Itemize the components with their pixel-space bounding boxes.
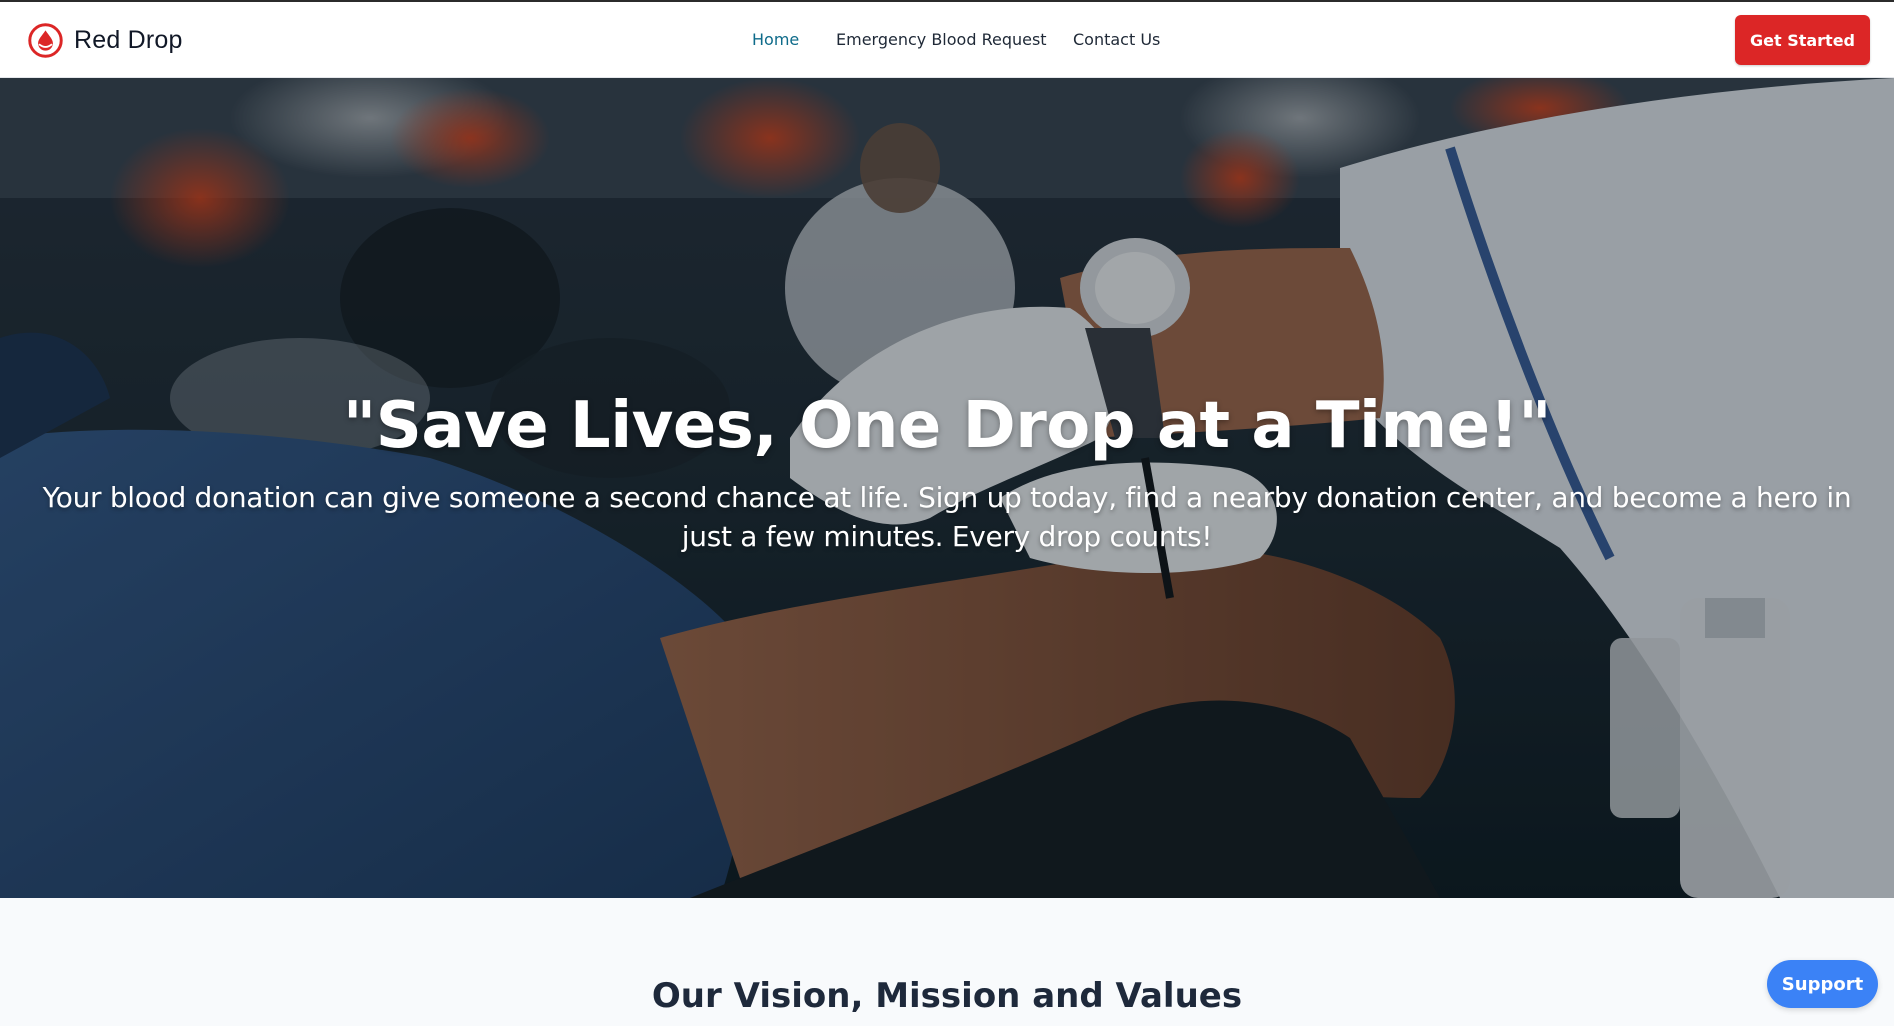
- hero-subtitle: Your blood donation can give someone a s…: [42, 481, 1852, 553]
- nav-emergency-request-link[interactable]: Emergency Blood Request: [836, 30, 1047, 49]
- hero-section: "Save Lives, One Drop at a Time!" Your b…: [0, 78, 1894, 898]
- nav-home-link[interactable]: Home: [752, 30, 799, 49]
- top-navbar: Red Drop Home Emergency Blood Request Co…: [0, 2, 1894, 78]
- main-nav: Home Emergency Blood Request Contact Us: [0, 2, 1894, 78]
- get-started-button[interactable]: Get Started: [1735, 15, 1870, 65]
- support-button[interactable]: Support: [1767, 960, 1878, 1008]
- vision-section-title: Our Vision, Mission and Values: [651, 976, 1243, 1016]
- vision-section: Our Vision, Mission and Values: [0, 898, 1894, 1026]
- nav-contact-link[interactable]: Contact Us: [1073, 30, 1160, 49]
- hero-title: "Save Lives, One Drop at a Time!": [342, 389, 1552, 463]
